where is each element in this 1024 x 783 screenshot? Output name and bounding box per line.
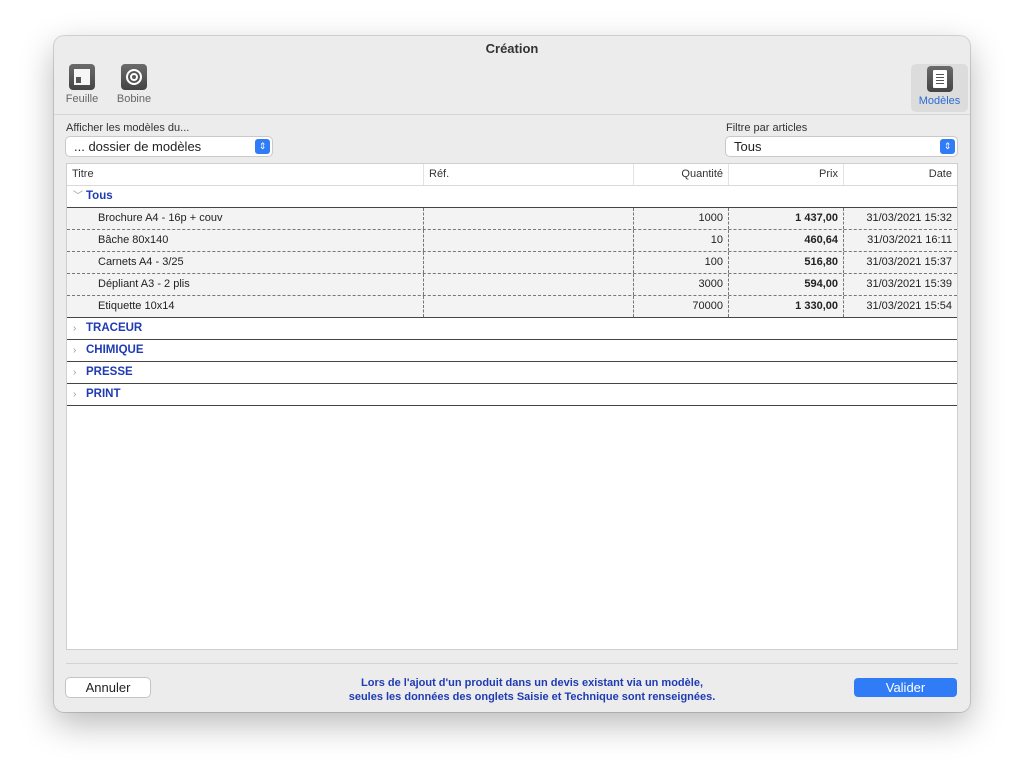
cell-quantite: 10 xyxy=(633,230,728,251)
cell-ref xyxy=(423,274,633,295)
cell-titre: Bâche 80x140 xyxy=(98,234,169,246)
folder-select-value: ... dossier de modèles xyxy=(74,139,202,154)
cell-titre: Carnets A4 - 3/25 xyxy=(98,256,184,268)
chevron-down-icon[interactable]: ﹀ xyxy=(73,186,83,207)
cell-ref xyxy=(423,252,633,273)
folder-filter-label: Afficher les modèles du... xyxy=(66,122,190,134)
footer-divider xyxy=(66,663,958,664)
cell-prix: 516,80 xyxy=(728,252,843,273)
cell-date: 31/03/2021 15:32 xyxy=(843,208,957,229)
toolbar-feuille-label: Feuille xyxy=(65,93,99,105)
column-header-date[interactable]: Date xyxy=(843,164,957,185)
cell-ref xyxy=(423,208,633,229)
cell-titre: Dépliant A3 - 2 plis xyxy=(98,278,190,290)
templates-icon xyxy=(926,66,953,92)
chevron-right-icon[interactable]: › xyxy=(73,384,76,405)
toolbar-bobine-label: Bobine xyxy=(116,93,152,105)
cell-prix: 594,00 xyxy=(728,274,843,295)
toolbar: Feuille Bobine Modèles xyxy=(54,62,970,115)
group-name: PRESSE xyxy=(86,366,133,378)
templates-table: Titre Réf. Quantité Prix Date ﹀ Tous Bro… xyxy=(66,163,958,650)
toolbar-bobine-button[interactable]: Bobine xyxy=(114,64,154,105)
cell-date: 31/03/2021 15:37 xyxy=(843,252,957,273)
toolbar-modeles-label: Modèles xyxy=(918,95,961,107)
cell-prix: 460,64 xyxy=(728,230,843,251)
group-presse[interactable]: › PRESSE xyxy=(67,362,957,384)
articles-select-value: Tous xyxy=(734,139,762,154)
cell-quantite: 70000 xyxy=(633,296,728,317)
chevron-updown-icon: ⇕ xyxy=(940,139,955,154)
table-row[interactable]: Dépliant A3 - 2 plis 3000 594,00 31/03/2… xyxy=(67,274,957,296)
column-header-quantite[interactable]: Quantité xyxy=(633,164,728,185)
window-title: Création xyxy=(485,41,539,56)
toolbar-modeles-button[interactable]: Modèles xyxy=(911,64,968,112)
validate-button[interactable]: Valider xyxy=(854,678,957,697)
column-header-titre[interactable]: Titre xyxy=(67,164,423,185)
cell-prix: 1 330,00 xyxy=(728,296,843,317)
group-name: PRINT xyxy=(86,388,121,400)
chevron-right-icon[interactable]: › xyxy=(73,340,76,361)
chevron-right-icon[interactable]: › xyxy=(73,362,76,383)
cell-titre: Etiquette 10x14 xyxy=(98,300,175,312)
column-header-prix[interactable]: Prix xyxy=(728,164,843,185)
group-name: Tous xyxy=(86,190,113,202)
group-name: CHIMIQUE xyxy=(86,344,144,356)
group-chimique[interactable]: › CHIMIQUE xyxy=(67,340,957,362)
cell-ref xyxy=(423,296,633,317)
table-row[interactable]: Etiquette 10x14 70000 1 330,00 31/03/202… xyxy=(67,296,957,318)
table-row[interactable]: Brochure A4 - 16p + couv 1000 1 437,00 3… xyxy=(67,208,957,230)
info-note-line-2: seules les données des onglets Saisie et… xyxy=(348,691,716,703)
column-header-ref[interactable]: Réf. xyxy=(423,164,633,185)
cell-prix: 1 437,00 xyxy=(728,208,843,229)
toolbar-feuille-button[interactable]: Feuille xyxy=(64,64,100,105)
cell-quantite: 1000 xyxy=(633,208,728,229)
sheet-layout-icon xyxy=(69,64,95,90)
creation-window: Création Feuille Bobine Modèles Afficher… xyxy=(54,36,970,712)
group-traceur[interactable]: › TRACEUR xyxy=(67,318,957,340)
cell-quantite: 100 xyxy=(633,252,728,273)
table-header: Titre Réf. Quantité Prix Date xyxy=(67,164,957,186)
group-print[interactable]: › PRINT xyxy=(67,384,957,406)
articles-select[interactable]: Tous ⇕ xyxy=(726,137,957,156)
cell-quantite: 3000 xyxy=(633,274,728,295)
cell-titre: Brochure A4 - 16p + couv xyxy=(98,212,223,224)
chevron-right-icon[interactable]: › xyxy=(73,318,76,339)
table-row[interactable]: Carnets A4 - 3/25 100 516,80 31/03/2021 … xyxy=(67,252,957,274)
chevron-updown-icon: ⇕ xyxy=(255,139,270,154)
table-row[interactable]: Bâche 80x140 10 460,64 31/03/2021 16:11 xyxy=(67,230,957,252)
cell-date: 31/03/2021 16:11 xyxy=(843,230,957,251)
info-note-line-1: Lors de l'ajout d'un produit dans un dev… xyxy=(361,677,703,689)
articles-filter-label: Filtre par articles xyxy=(726,122,808,134)
cell-date: 31/03/2021 15:39 xyxy=(843,274,957,295)
info-note: Lors de l'ajout d'un produit dans un dev… xyxy=(334,676,730,704)
group-tous[interactable]: ﹀ Tous xyxy=(67,186,957,208)
cell-ref xyxy=(423,230,633,251)
folder-select[interactable]: ... dossier de modèles ⇕ xyxy=(66,137,272,156)
roll-icon xyxy=(121,64,147,90)
cancel-button[interactable]: Annuler xyxy=(66,678,150,697)
cell-date: 31/03/2021 15:54 xyxy=(843,296,957,317)
group-name: TRACEUR xyxy=(86,322,143,334)
